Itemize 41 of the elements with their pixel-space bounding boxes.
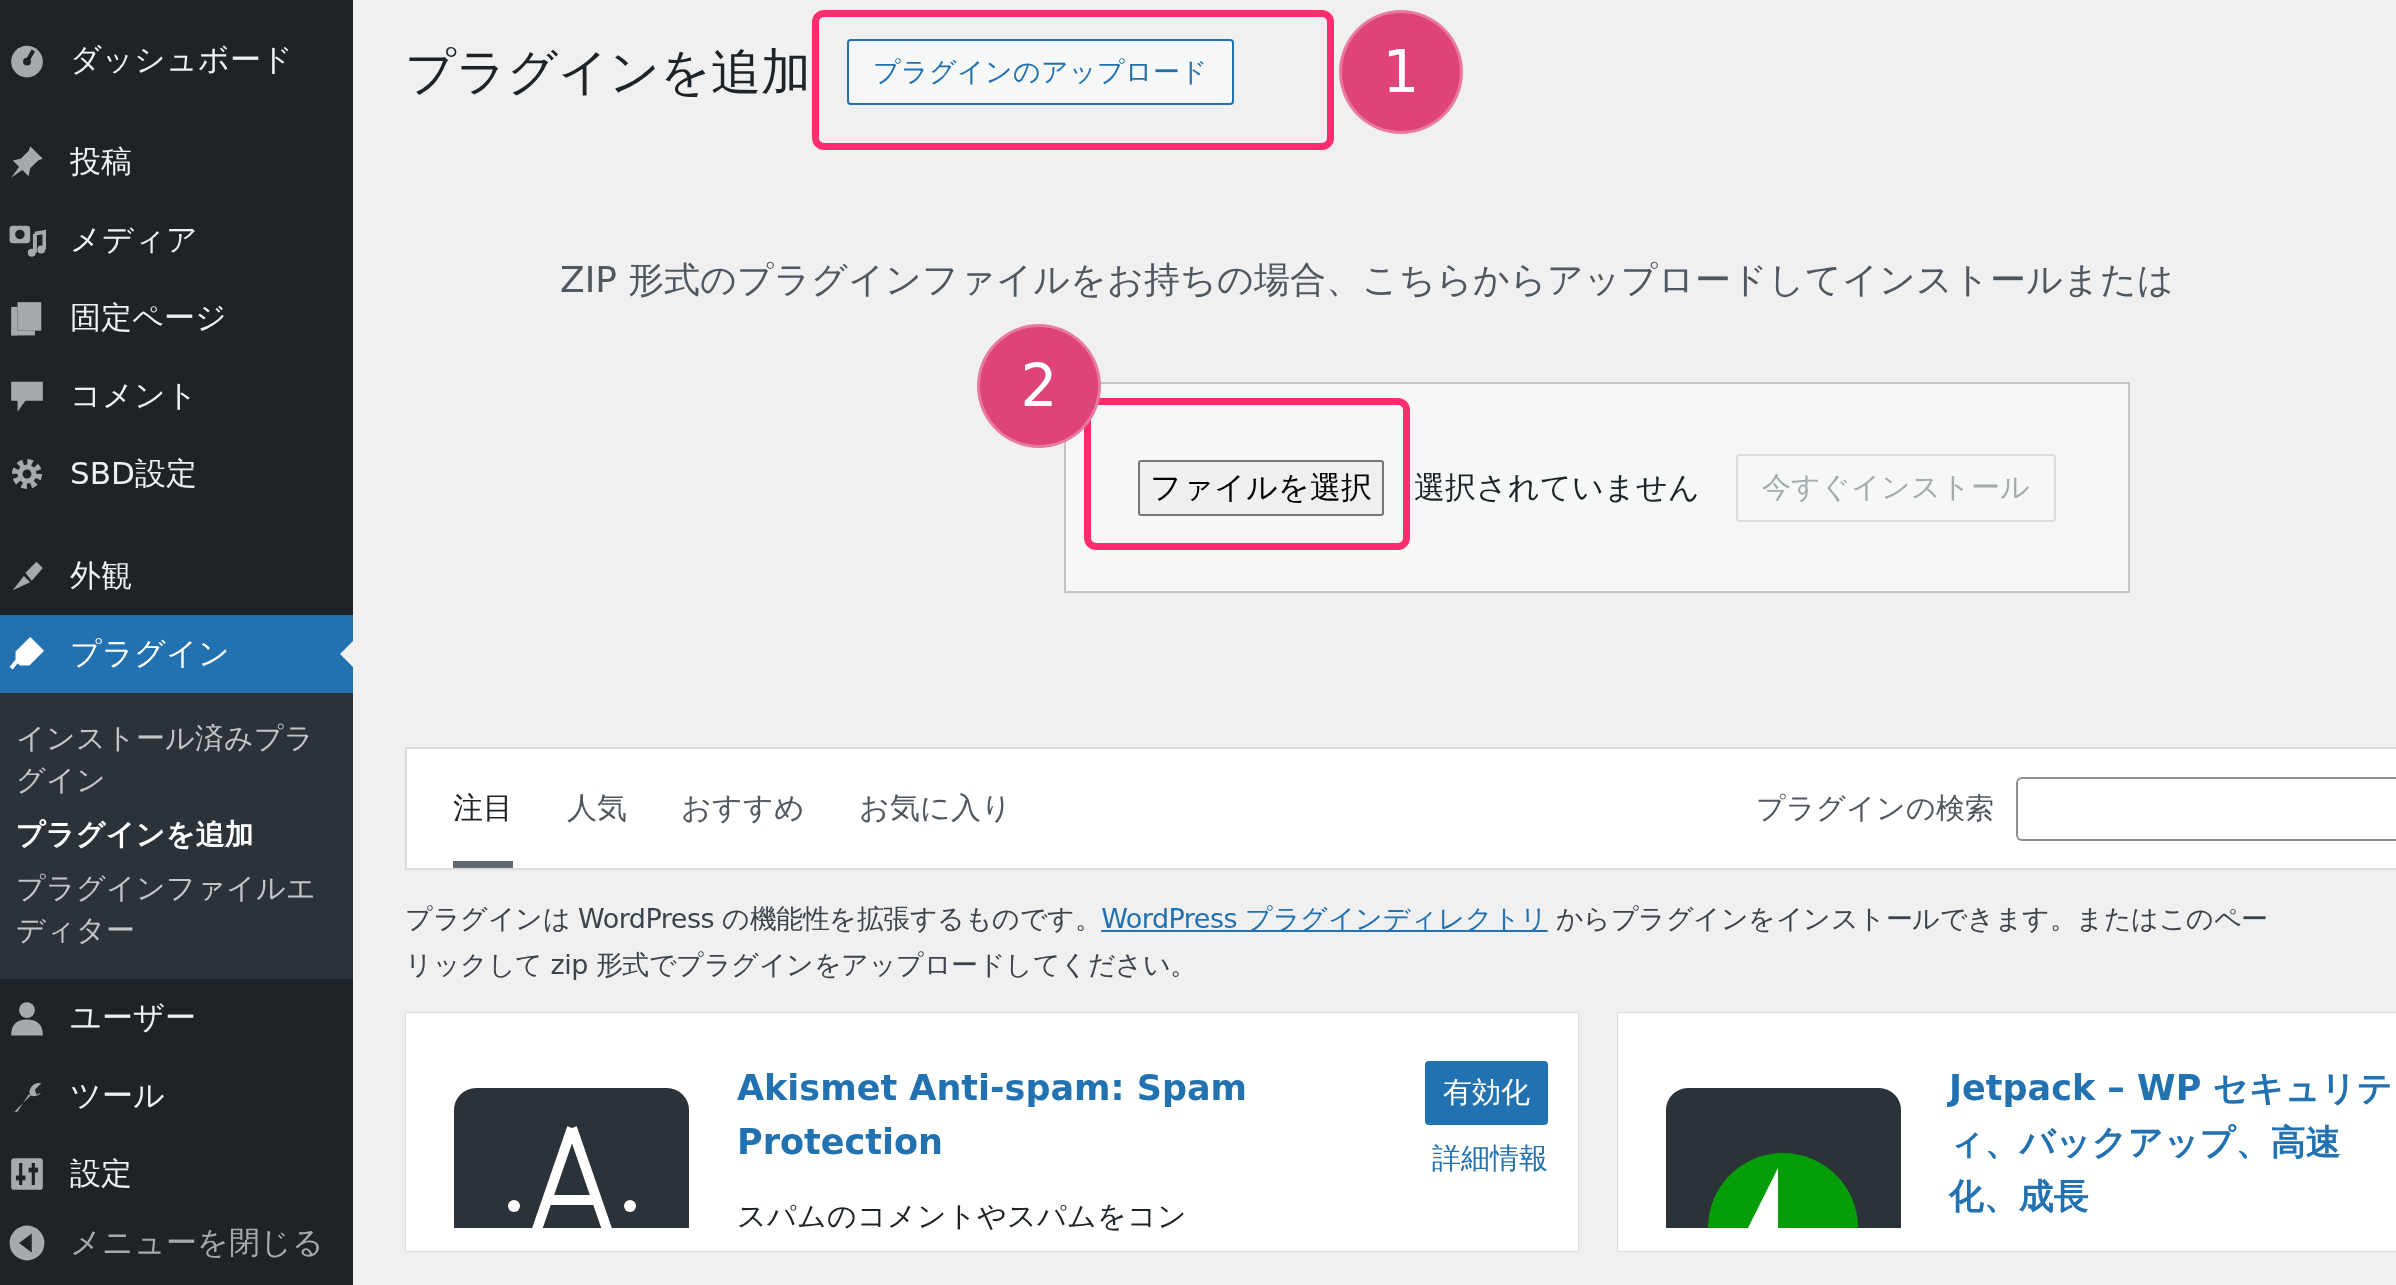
submenu-item[interactable]: プラグインファイルエディター: [0, 861, 353, 957]
sidebar-menu-item[interactable]: プラグイン: [0, 615, 353, 693]
plugin-title[interactable]: Jetpack – WP セキュリティ、バックアップ、高速化、成長: [1949, 1061, 2396, 1223]
sidebar-menu-item[interactable]: 設定: [0, 1135, 353, 1213]
sliders-icon: [8, 1155, 46, 1193]
filter-tab[interactable]: お気に入り: [859, 749, 1012, 868]
sidebar-menu-item[interactable]: ツール: [0, 1057, 353, 1135]
filter-tab[interactable]: 人気: [567, 749, 627, 868]
choose-file-button[interactable]: ファイルを選択: [1138, 459, 1384, 516]
submenu-item[interactable]: プラグインを追加: [0, 807, 353, 861]
sidebar-menu-item[interactable]: 外観: [0, 537, 353, 615]
sidebar-menu-item[interactable]: メディア: [0, 201, 353, 279]
person-icon: [8, 999, 46, 1037]
file-status: 選択されていません: [1414, 467, 1700, 507]
intro-text: プラグインは WordPress の機能性を拡張するものです。WordPress プラグインディレクトリ からプラグインをインストールできます。またはこのペー リックして zip 形式でプラグインをアップロードしてください。: [405, 902, 2269, 982]
upload-plugin-button[interactable]: プラグインのアップロード: [847, 39, 1234, 105]
sidebar-menu-item[interactable]: SBD設定: [0, 435, 353, 513]
upload-description: ZIP 形式のプラグインファイルをお持ちの場合、こちらからアップロードしてインストールまたは: [560, 258, 2176, 302]
step-number: 2: [980, 327, 1098, 445]
plugin-description: スパムのコメントやスパムをコン: [737, 1198, 1188, 1235]
submenu-item[interactable]: インストール済みプラグイン: [0, 711, 353, 807]
details-link[interactable]: 詳細情報: [1432, 1139, 1548, 1179]
sidebar-menu-item[interactable]: コメント: [0, 357, 353, 435]
directory-link[interactable]: WordPress プラグインディレクトリ: [1101, 903, 1548, 934]
current-pointer-icon: [340, 641, 353, 667]
search-field[interactable]: [2016, 776, 2396, 841]
filter-tab[interactable]: 注目: [453, 749, 513, 868]
sidebar-menu-item[interactable]: 投稿: [0, 123, 353, 201]
left-arrow-circle-icon: [8, 1224, 46, 1262]
filter-tab[interactable]: おすすめ: [681, 749, 805, 868]
letter-a-logo-icon: [454, 1088, 689, 1228]
sidebar-menu-item[interactable]: ダッシュボード: [0, 21, 353, 99]
search-label: プラグインの検索: [1756, 789, 1994, 827]
activate-button[interactable]: 有効化: [1425, 1061, 1548, 1125]
plugin-title[interactable]: Akismet Anti-spam: Spam Protection: [737, 1061, 1395, 1179]
page-title: プラグインを追加: [405, 41, 811, 103]
sidebar-menu-item[interactable]: ユーザー: [0, 979, 353, 1057]
sidebar-menu-item[interactable]: 固定ページ: [0, 279, 353, 357]
sidebar-menu-item[interactable]: メニューを閉じる: [0, 1213, 353, 1273]
step-number: 1: [1342, 13, 1460, 131]
pin-icon: [8, 143, 46, 181]
